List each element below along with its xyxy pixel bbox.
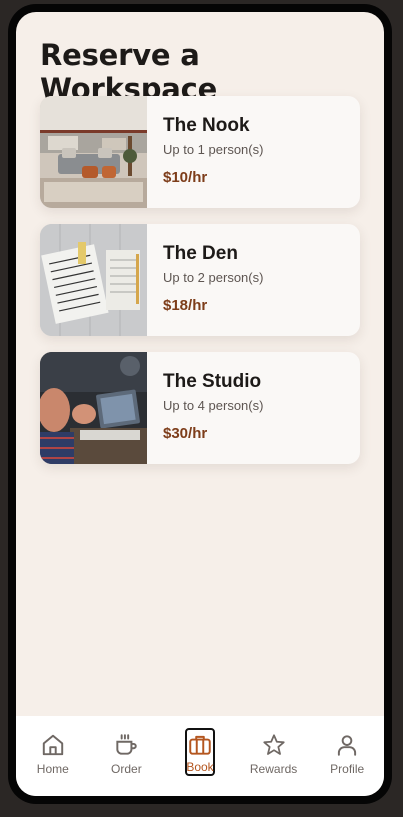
- nav-label: Rewards: [249, 762, 298, 776]
- workspace-card-studio[interactable]: The Studio Up to 4 person(s) $30/hr: [40, 352, 360, 464]
- nav-label: Order: [111, 762, 142, 776]
- person-icon: [338, 735, 357, 756]
- workspace-capacity: Up to 4 person(s): [163, 398, 264, 413]
- nav-item-rewards[interactable]: Rewards: [244, 732, 304, 776]
- workspace-price: $18/hr: [163, 297, 208, 314]
- nav-label: Profile: [330, 762, 365, 776]
- nav-label: Book: [186, 760, 214, 774]
- workspace-info: The Den Up to 2 person(s) $18/hr: [147, 224, 263, 336]
- bottom-nav: Home Order Book Rewards Profile: [16, 716, 384, 796]
- workspace-list: The Nook Up to 1 person(s) $10/hr The De…: [40, 96, 360, 480]
- workspace-capacity: Up to 2 person(s): [163, 270, 264, 285]
- active-tab-indicator: Book: [184, 728, 215, 776]
- workspace-photo: [40, 224, 147, 336]
- app-screen: Reserve a Workspace The Nook Up to 1 per…: [16, 12, 384, 796]
- workspace-photo: [40, 352, 147, 464]
- workspace-name: The Studio: [163, 371, 262, 392]
- home-icon: [42, 734, 63, 756]
- nav-item-book[interactable]: Book: [170, 728, 230, 776]
- star-icon: [262, 734, 285, 755]
- workspace-card-den[interactable]: The Den Up to 2 person(s) $18/hr: [40, 224, 360, 336]
- workspace-name: The Den: [163, 243, 238, 264]
- nav-item-home[interactable]: Home: [23, 732, 83, 776]
- workspace-capacity: Up to 1 person(s): [163, 142, 264, 157]
- phone-frame: Reserve a Workspace The Nook Up to 1 per…: [8, 4, 392, 804]
- workspace-photo: [40, 96, 147, 208]
- workspace-info: The Studio Up to 4 person(s) $30/hr: [147, 352, 263, 464]
- coffee-cup-icon: [116, 734, 138, 755]
- workspace-card-nook[interactable]: The Nook Up to 1 person(s) $10/hr: [40, 96, 360, 208]
- nav-item-order[interactable]: Order: [96, 732, 156, 776]
- workspace-name: The Nook: [163, 115, 250, 136]
- workspace-info: The Nook Up to 1 person(s) $10/hr: [147, 96, 263, 208]
- workspace-price: $10/hr: [163, 169, 208, 186]
- nav-item-profile[interactable]: Profile: [317, 732, 377, 776]
- nav-label: Home: [36, 762, 69, 776]
- workspace-price: $30/hr: [163, 425, 208, 442]
- briefcase-icon: [189, 735, 211, 755]
